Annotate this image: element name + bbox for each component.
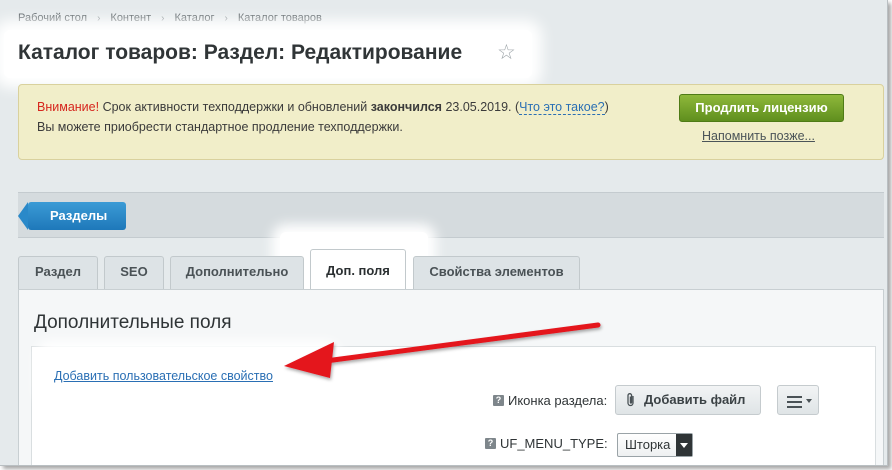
chevron-right-icon: › <box>161 12 165 24</box>
menu-type-label: UF_MENU_TYPE: <box>500 436 608 451</box>
chevron-right-icon: › <box>97 12 101 24</box>
sections-back-button[interactable]: Разделы <box>18 202 126 230</box>
file-options-button[interactable] <box>777 385 819 415</box>
alert-date: 23.05.2019. <box>441 100 515 114</box>
panel-title: Дополнительные поля <box>34 312 232 333</box>
renew-license-button[interactable]: Продлить лицензию <box>679 94 844 122</box>
context-toolbar: Разделы <box>18 192 884 238</box>
paren-close: ) <box>604 100 609 114</box>
select-arrow-icon <box>676 434 692 456</box>
breadcrumb: Рабочий стол › Контент › Каталог › Катал… <box>18 12 322 24</box>
extra-fields-panel: Дополнительные поля Добавить пользовател… <box>18 289 884 465</box>
alert-message: Внимание! Срок активности техподдержки и… <box>37 100 609 115</box>
add-file-button[interactable]: Добавить файл <box>615 385 761 415</box>
add-custom-property-link[interactable]: Добавить пользовательское свойство <box>54 369 273 383</box>
help-icon[interactable]: ? <box>493 395 504 406</box>
tab-element-properties[interactable]: Свойства элементов <box>413 256 580 289</box>
breadcrumb-item-product-catalog[interactable]: Каталог товаров <box>238 12 322 24</box>
help-icon[interactable]: ? <box>485 438 496 449</box>
menu-type-select[interactable]: Шторка <box>617 433 693 457</box>
what-is-this-link[interactable]: Что это такое? <box>519 100 605 115</box>
remind-later-link[interactable]: Напомнить позже... <box>702 129 815 143</box>
paperclip-icon <box>627 393 634 407</box>
tab-extra-fields[interactable]: Доп. поля <box>310 249 406 289</box>
menu-icon <box>787 396 802 411</box>
chevron-right-icon: › <box>224 12 228 24</box>
breadcrumb-item-catalog[interactable]: Каталог <box>175 12 215 24</box>
tab-additional[interactable]: Дополнительно <box>170 256 304 289</box>
tab-seo[interactable]: SEO <box>104 256 164 289</box>
tab-section[interactable]: Раздел <box>18 256 98 289</box>
fields-area: Добавить пользовательское свойство ? Ико… <box>31 346 876 465</box>
caret-down-icon <box>806 399 812 403</box>
alert-ended-label: закончился <box>370 100 442 114</box>
menu-type-value: Шторка <box>625 437 671 452</box>
alert-warning-label: Внимание! <box>37 100 100 114</box>
add-file-label: Добавить файл <box>644 392 746 407</box>
alert-message-line2: Вы можете приобрести стандартное продлен… <box>37 120 403 134</box>
alert-text: Срок активности техподдержки и обновлени… <box>99 100 371 114</box>
star-icon[interactable]: ☆ <box>497 40 516 65</box>
admin-window: Рабочий стол › Контент › Каталог › Катал… <box>0 0 888 466</box>
page-title: Каталог товаров: Раздел: Редактирование <box>18 41 463 64</box>
license-alert: Внимание! Срок активности техподдержки и… <box>18 84 884 160</box>
breadcrumb-item-desktop[interactable]: Рабочий стол <box>18 12 87 24</box>
breadcrumb-item-content[interactable]: Контент <box>110 12 151 24</box>
section-icon-label: Иконка раздела: <box>508 393 608 408</box>
